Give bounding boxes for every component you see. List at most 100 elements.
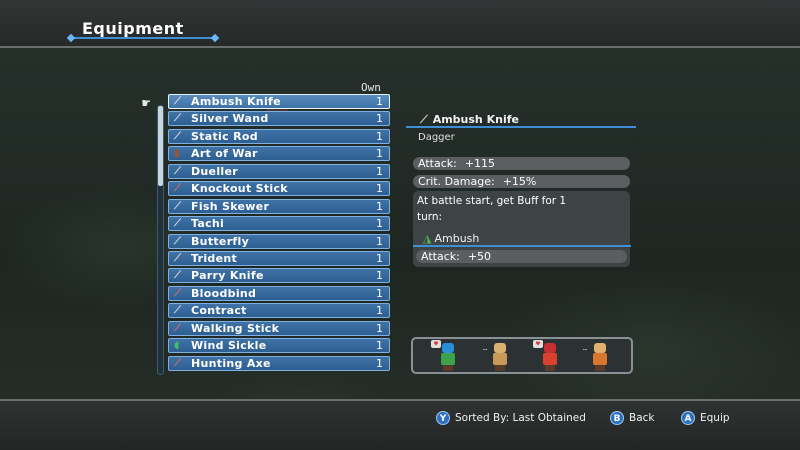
a-button-icon: A: [681, 411, 695, 425]
list-item-walking-stick[interactable]: ⟋ Walking Stick 1: [168, 320, 390, 336]
list-item-hunting-axe[interactable]: ⟋ Hunting Axe 1: [168, 355, 390, 371]
heart-icon: ♥: [533, 340, 543, 348]
stat-label: Attack:: [421, 250, 460, 263]
stat-crit-damage: Crit. Damage: +15%: [413, 175, 630, 188]
item-name: Parry Knife: [191, 269, 264, 283]
list-item-knockout-stick[interactable]: ⟋ Knockout Stick 1: [168, 181, 390, 197]
item-quantity: 1: [376, 234, 383, 248]
stat-value: +15%: [502, 175, 537, 188]
item-quantity: 1: [376, 321, 383, 335]
stat-value: +115: [464, 157, 496, 170]
back-hint[interactable]: B Back: [610, 411, 655, 425]
party-preview: ♥ … ♥ …: [411, 337, 633, 374]
equip-label: Equip: [700, 412, 730, 424]
description-line-2: turn:: [417, 211, 443, 223]
member-head: [494, 343, 506, 353]
list-item-tachi[interactable]: ⟋ Tachi 1: [168, 216, 390, 232]
stick-icon: ⟋: [174, 322, 181, 334]
item-name: Trident: [191, 251, 238, 265]
knife-icon: ⟋: [174, 270, 181, 282]
detail-underline: [406, 126, 636, 128]
list-item-contract[interactable]: ⟋ Contract 1: [168, 303, 390, 319]
stat-label: Attack:: [418, 157, 457, 170]
item-name: Fish Skewer: [191, 199, 270, 213]
member-body: [543, 353, 557, 365]
list-item-butterfly[interactable]: ⟋ Butterfly 1: [168, 233, 390, 249]
item-name: Silver Wand: [191, 112, 269, 126]
list-item-art-of-war[interactable]: ▮ Art of War 1: [168, 146, 390, 162]
scrollbar-thumb[interactable]: [158, 106, 163, 186]
item-name: Knockout Stick: [191, 182, 288, 196]
item-name: Tachi: [191, 217, 225, 231]
member-head: [442, 343, 454, 353]
knife-icon: ⟋: [174, 235, 181, 247]
heart-icon: ♥: [431, 340, 441, 348]
list-item-trident[interactable]: ⟋ Trident 1: [168, 250, 390, 266]
item-name: Art of War: [191, 147, 258, 161]
sort-label: Sorted By: Last Obtained: [455, 412, 586, 424]
stat-value: +50: [467, 250, 492, 263]
back-label: Back: [629, 412, 655, 424]
stat-attack: Attack: +115: [413, 157, 630, 170]
item-name: Dueller: [191, 164, 238, 178]
hand-pointer-icon: ☛: [142, 96, 151, 112]
item-name: Butterfly: [191, 234, 250, 248]
footer-bar: [0, 399, 800, 450]
list-item-ambush-knife[interactable]: ⟋ Ambush Knife 1: [168, 94, 390, 109]
sword-icon: ⟋: [174, 165, 181, 177]
rod-icon: ⟋: [174, 130, 181, 142]
equipment-list: ⟋ Ambush Knife 1 ⟋ Silver Wand 1 ⟋ Static Rod 1 ▮…: [168, 94, 390, 373]
hero-blue-hair-icon: ♥: [431, 340, 459, 371]
member-head: [544, 343, 556, 353]
item-name: Walking Stick: [191, 321, 280, 335]
item-name: Ambush Knife: [191, 95, 281, 108]
title-underline: [70, 37, 216, 39]
member-body: [493, 353, 507, 365]
item-quantity: 1: [376, 147, 383, 161]
skill-row: ◮ Ambush: [423, 232, 479, 245]
sword-icon: ⟋: [174, 218, 181, 230]
item-quantity: 1: [376, 182, 383, 196]
detail-item-name: Ambush Knife: [432, 113, 519, 126]
detail-title: ⟋ Ambush Knife: [420, 113, 519, 127]
ellipsis-icon: …: [483, 344, 488, 352]
monk-icon: …: [483, 343, 511, 371]
member-legs: [545, 365, 555, 371]
list-item-bloodbind[interactable]: ⟋ Bloodbind 1: [168, 285, 390, 301]
item-quantity: 1: [376, 269, 383, 283]
member-legs: [595, 365, 605, 371]
item-name: Hunting Axe: [191, 356, 271, 370]
list-item-wind-sickle[interactable]: ◖ Wind Sickle 1: [168, 338, 390, 354]
item-quantity: 1: [376, 217, 383, 231]
own-column-header: Own: [361, 81, 381, 94]
page-title: Equipment: [82, 19, 184, 38]
item-name: Bloodbind: [191, 286, 257, 300]
bald-fighter-icon: …: [583, 343, 611, 371]
y-button-icon: Y: [436, 411, 450, 425]
sort-hint[interactable]: Y Sorted By: Last Obtained: [436, 411, 586, 425]
ellipsis-icon: …: [583, 344, 588, 352]
item-quantity: 1: [376, 164, 383, 178]
wand-icon: ⟋: [174, 113, 181, 125]
item-quantity: 1: [376, 112, 383, 126]
list-item-parry-knife[interactable]: ⟋ Parry Knife 1: [168, 268, 390, 284]
item-quantity: 1: [376, 129, 383, 143]
list-item-static-rod[interactable]: ⟋ Static Rod 1: [168, 128, 390, 144]
skill-name: Ambush: [434, 232, 480, 245]
contract-icon: ⟋: [174, 305, 181, 317]
skill-underline: [413, 245, 631, 247]
item-name: Wind Sickle: [191, 339, 267, 353]
list-item-silver-wand[interactable]: ⟋ Silver Wand 1: [168, 111, 390, 127]
member-body: [593, 353, 607, 365]
equip-hint[interactable]: A Equip: [681, 411, 730, 425]
trident-icon: ⟋: [174, 252, 181, 264]
list-item-fish-skewer[interactable]: ⟋ Fish Skewer 1: [168, 198, 390, 214]
list-scrollbar[interactable]: [157, 105, 164, 375]
item-quantity: 1: [376, 199, 383, 213]
item-quantity: 1: [376, 356, 383, 370]
item-name: Static Rod: [191, 129, 258, 143]
skill-stat-attack: Attack: +50: [416, 250, 627, 263]
item-quantity: 1: [376, 339, 383, 353]
list-item-dueller[interactable]: ⟋ Dueller 1: [168, 163, 390, 179]
member-legs: [495, 365, 505, 371]
